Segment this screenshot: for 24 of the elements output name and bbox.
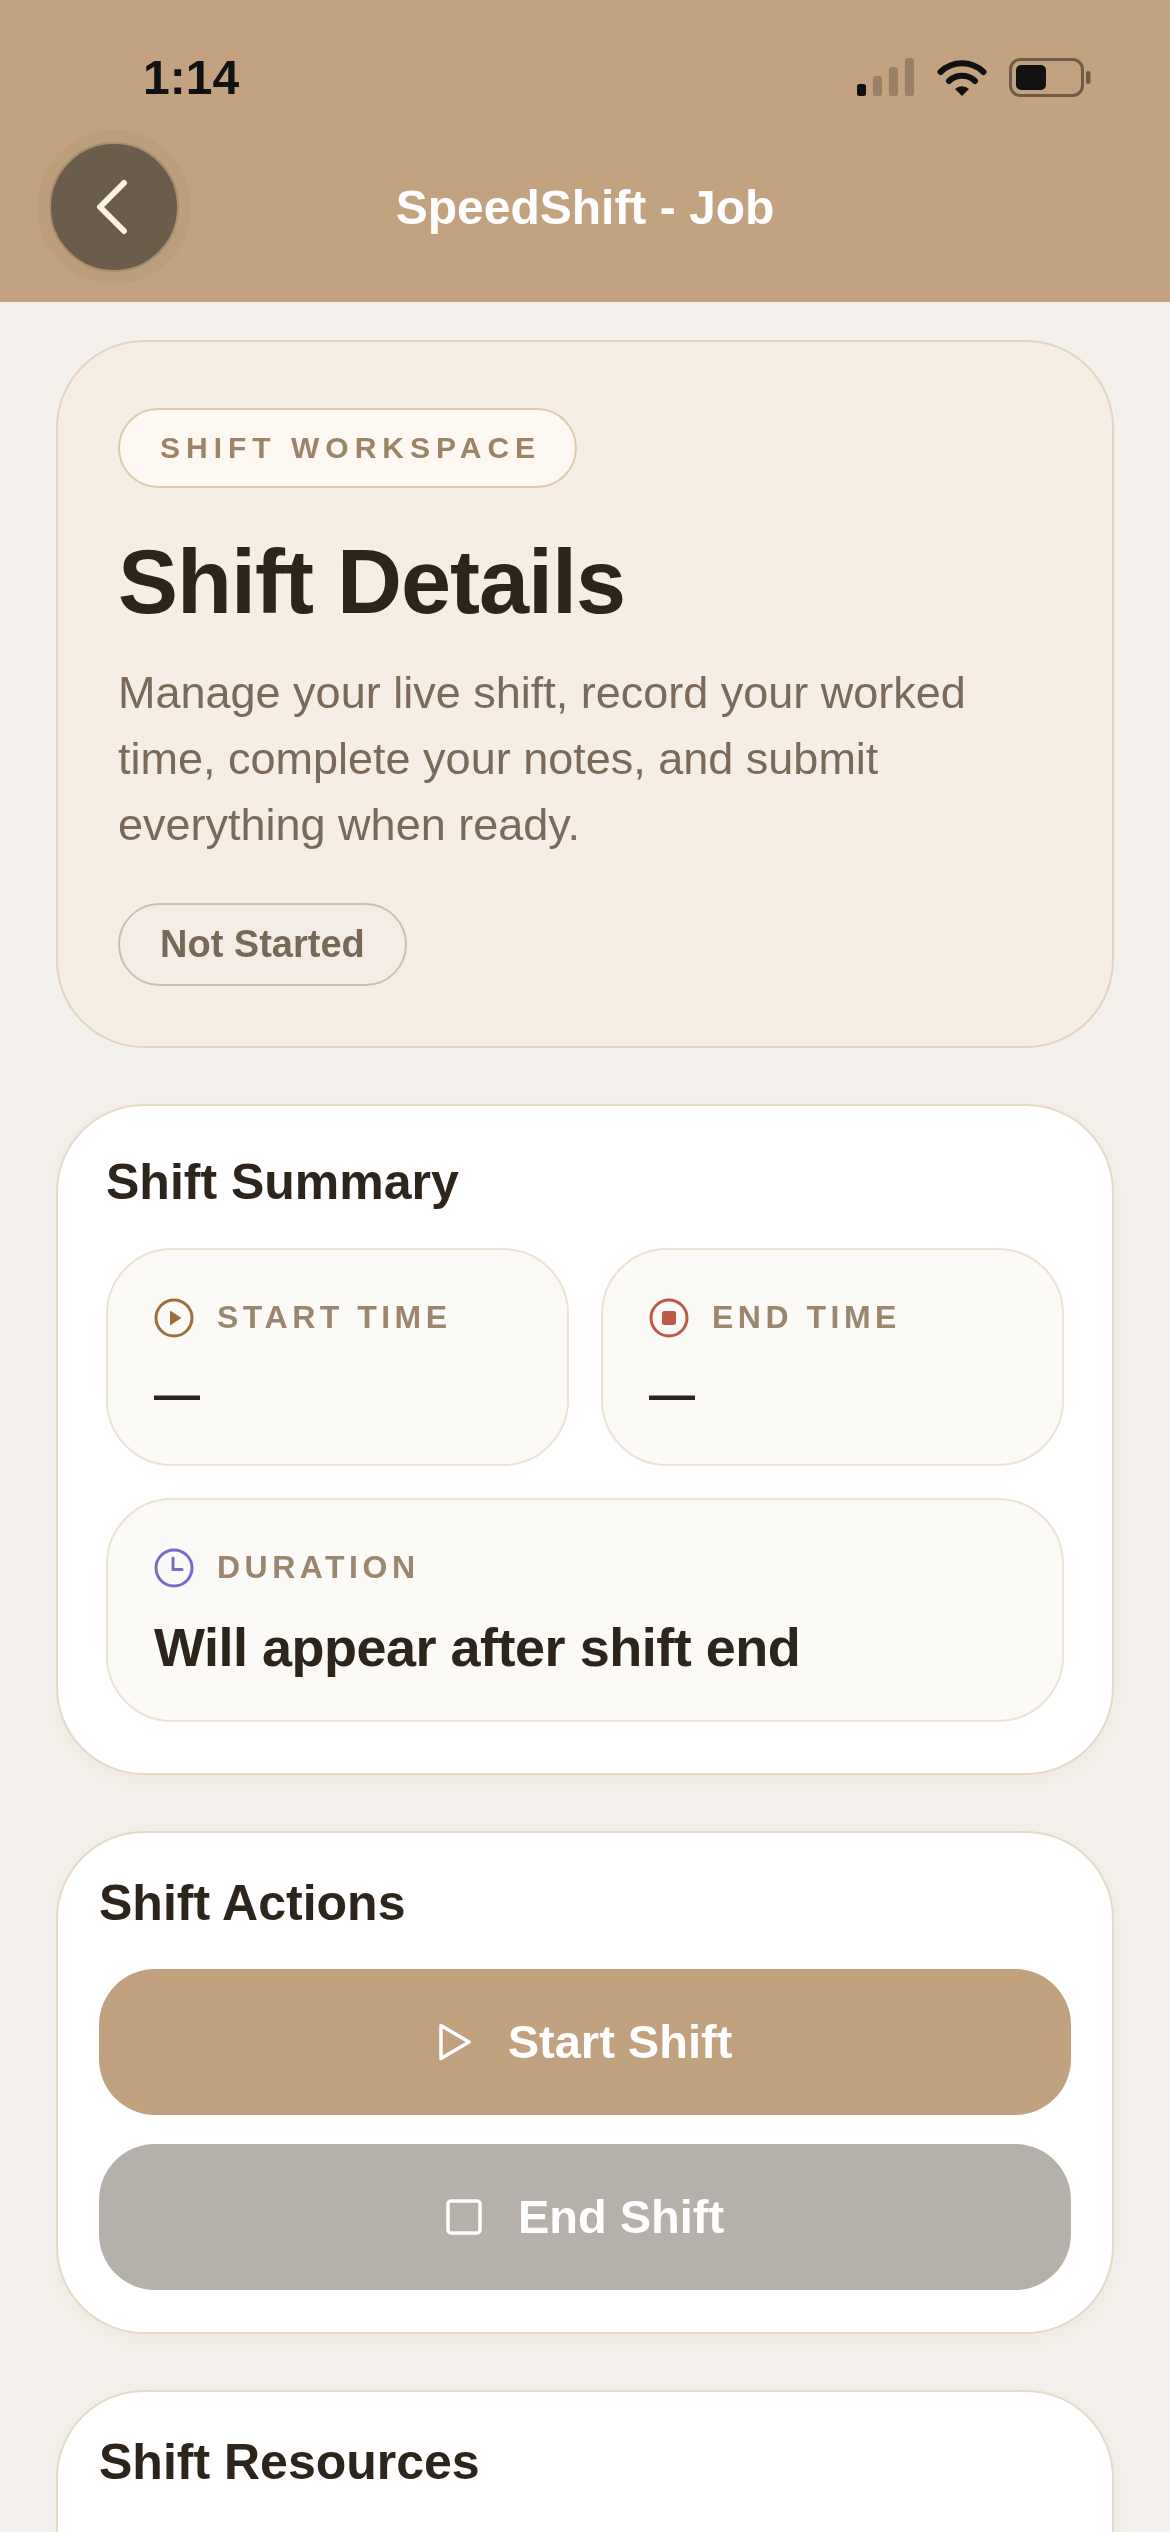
tile-label: START TIME <box>217 1299 452 1336</box>
hero-title: Shift Details <box>118 531 626 634</box>
resources-title: Shift Resources <box>99 2432 481 2492</box>
section-tag: SHIFT WORKSPACE <box>118 408 578 488</box>
battery-icon <box>1009 57 1091 97</box>
hero-description: Manage your live shift, record your worked time, complete your notes, and submit everything when ready. <box>118 665 967 852</box>
stop-circle-icon <box>649 1297 689 1338</box>
play-circle-icon <box>154 1297 194 1338</box>
start-shift-button[interactable]: Start Shift <box>99 1968 1071 2115</box>
play-icon <box>437 2021 472 2062</box>
summary-title: Shift Summary <box>106 1152 460 1212</box>
signal-icon <box>857 58 915 96</box>
tile-value: — <box>154 1366 200 1422</box>
status-time: 1:14 <box>143 49 240 105</box>
page-title: SpeedShift - Job <box>395 179 775 235</box>
actions-title: Shift Actions <box>99 1873 407 1933</box>
tile-label: END TIME <box>712 1299 901 1336</box>
tile-label: DURATION <box>217 1549 420 1586</box>
tile-value: — <box>649 1366 695 1422</box>
wifi-icon <box>937 57 987 97</box>
clock-icon <box>154 1547 194 1588</box>
tile-value: Will appear after shift end <box>154 1615 801 1678</box>
status-tag: Not Started <box>118 902 407 986</box>
square-icon <box>445 2198 482 2235</box>
